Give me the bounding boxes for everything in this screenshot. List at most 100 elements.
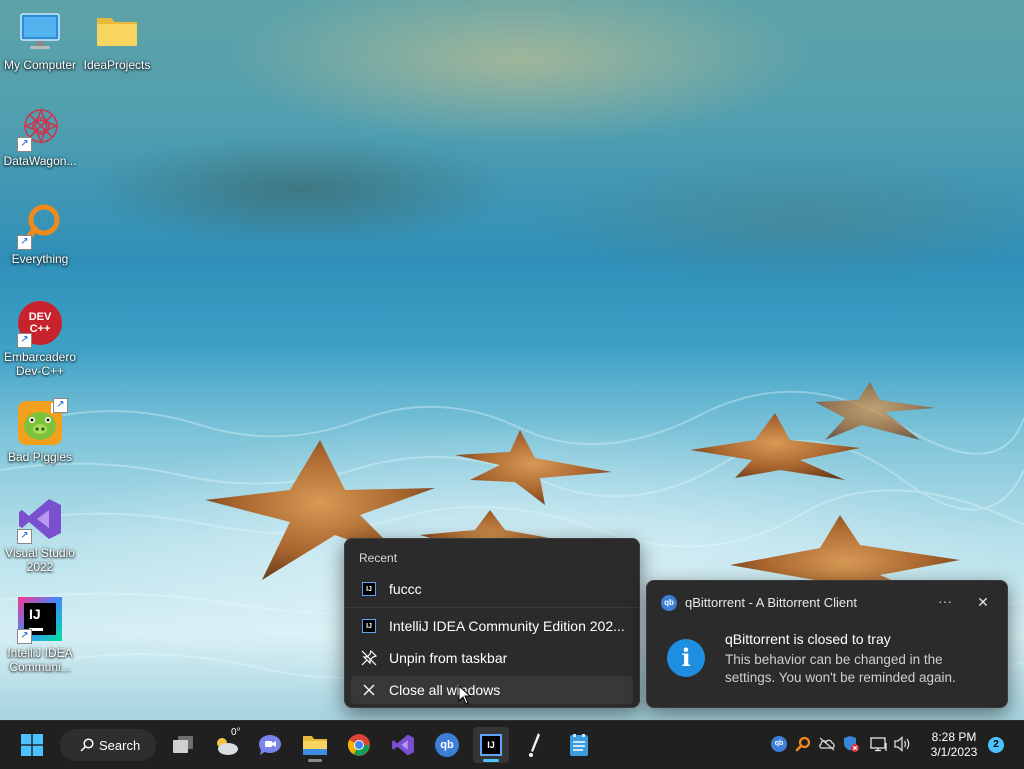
intellij-taskbar-button[interactable]: IJ (473, 727, 509, 763)
qbittorrent-icon: qb (435, 733, 459, 757)
taskbar-clock[interactable]: 8:28 PM 3/1/2023 (922, 730, 986, 760)
desktop-icon-visual-studio[interactable]: ↗ Visual Studio 2022 (0, 496, 80, 574)
shortcut-arrow-icon: ↗ (17, 137, 32, 152)
desktop-icon-devcpp[interactable]: DEV C++ ↗ Embarcadero Dev-C++ (0, 300, 80, 378)
everything-search-icon (795, 736, 811, 752)
desktop-icon-datawagon[interactable]: ↗ DataWagon... (0, 104, 80, 168)
desktop-icon-label: IdeaProjects (83, 58, 151, 72)
unpin-icon (361, 650, 377, 666)
search-icon (80, 738, 94, 752)
jumplist-recent-header: Recent (359, 551, 398, 565)
everything-search-icon: ↗ (17, 202, 63, 250)
taskbar: Search 0° qb IJ qb 8:28 PM 3/1/2023 2 (0, 720, 1024, 769)
shortcut-arrow-icon: ↗ (53, 398, 68, 413)
desktop-icon-label: Everything (11, 252, 69, 266)
active-indicator (483, 759, 499, 762)
qbittorrent-taskbar-button[interactable]: qb (429, 727, 465, 763)
intellij-icon: IJ (361, 618, 377, 634)
starfish-far-right (815, 382, 935, 440)
desktop-icon-label: Visual Studio 2022 (5, 546, 75, 574)
datawagon-icon: ↗ (17, 104, 63, 152)
weather-temperature: 0° (231, 727, 241, 738)
jumplist-item-label: Unpin from taskbar (389, 650, 508, 666)
running-indicator (308, 759, 322, 762)
teams-chat-button[interactable] (252, 727, 288, 763)
visual-studio-icon: ↗ (17, 496, 63, 544)
desktop-icon-label: My Computer (3, 58, 77, 72)
qbittorrent-icon: qb (771, 736, 787, 752)
tray-volume[interactable] (894, 735, 912, 753)
windows-security-icon (844, 736, 859, 752)
task-view-button[interactable] (165, 727, 201, 763)
task-view-icon (173, 736, 193, 753)
shortcut-arrow-icon: ↗ (17, 333, 32, 348)
tray-network[interactable] (870, 735, 888, 753)
jumplist-item-label: Close all windows (389, 682, 501, 698)
desktop-icon-my-computer[interactable]: My Computer (0, 8, 80, 72)
shortcut-arrow-icon: ↗ (17, 529, 32, 544)
visual-studio-taskbar-button[interactable] (385, 727, 421, 763)
tray-qbittorrent[interactable]: qb (770, 735, 788, 753)
chrome-icon (347, 734, 370, 756)
taskbar-jumplist: Recent IJ fuccc IJ IntelliJ IDEA Communi… (344, 538, 640, 708)
mouse-cursor-icon (458, 684, 472, 709)
jumplist-close-all-windows[interactable]: Close all windows (351, 676, 633, 704)
windows-logo-icon (21, 734, 43, 756)
file-explorer-icon (303, 736, 327, 755)
search-label: Search (99, 737, 141, 753)
desktop-icon-intellij[interactable]: IJ ↗ IntelliJ IDEA Communi... (0, 596, 80, 674)
jumplist-recent-item[interactable]: IJ fuccc (351, 575, 633, 603)
notepad-taskbar-button[interactable] (561, 727, 597, 763)
tray-everything[interactable] (794, 735, 812, 753)
jumplist-unpin[interactable]: Unpin from taskbar (351, 644, 633, 672)
start-button[interactable] (14, 727, 50, 763)
info-icon: i (667, 639, 705, 677)
qbittorrent-notification[interactable]: qb qBittorrent - A Bittorrent Client ···… (646, 580, 1008, 708)
tray-onedrive[interactable] (818, 735, 836, 753)
folder-icon (94, 8, 140, 54)
shortcut-arrow-icon: ↗ (17, 629, 32, 644)
close-icon (361, 682, 377, 698)
desktop-icon-everything[interactable]: ↗ Everything (0, 202, 80, 266)
intellij-icon: IJ ↗ (17, 596, 63, 644)
quill-pen-icon (529, 733, 540, 757)
taskbar-search[interactable]: Search (60, 729, 156, 761)
desktop-icon-ideaprojects[interactable]: IdeaProjects (77, 8, 157, 72)
notification-center-badge[interactable]: 2 (988, 737, 1004, 753)
tray-security[interactable] (842, 735, 860, 753)
file-explorer-button[interactable] (297, 727, 333, 763)
desktop-icon-label: Embarcadero Dev-C++ (3, 350, 77, 378)
jumplist-open-app[interactable]: IJ IntelliJ IDEA Community Edition 202..… (351, 612, 633, 640)
chat-icon (259, 735, 281, 755)
jumplist-item-label: IntelliJ IDEA Community Edition 202... (389, 618, 625, 634)
chrome-button[interactable] (341, 727, 377, 763)
visual-studio-icon (392, 734, 414, 756)
notification-app-name: qBittorrent - A Bittorrent Client (685, 595, 857, 610)
monitor-icon (17, 8, 63, 54)
shortcut-arrow-icon: ↗ (17, 235, 32, 250)
jumplist-divider (345, 607, 639, 608)
desktop-icon-label: Bad Piggies (7, 450, 73, 464)
intellij-icon: IJ (361, 581, 377, 597)
devcpp-icon: DEV C++ ↗ (17, 300, 63, 348)
network-icon (870, 737, 887, 752)
notification-more-button[interactable]: ··· (933, 591, 957, 613)
clock-time: 8:28 PM (931, 730, 977, 744)
starfish-right (690, 413, 860, 480)
desktop-icon-label: IntelliJ IDEA Communi... (7, 646, 73, 674)
desktop-icon-bad-piggies[interactable]: ↗ Bad Piggies (0, 398, 80, 464)
notepad-icon (570, 734, 588, 756)
weather-widget[interactable]: 0° (208, 727, 244, 763)
bad-piggies-icon: ↗ (17, 398, 68, 446)
qbittorrent-icon: qb (661, 595, 677, 611)
onedrive-offline-icon (819, 737, 835, 751)
notification-close-button[interactable]: ✕ (971, 591, 995, 613)
notification-title: qBittorrent is closed to tray (725, 631, 891, 647)
intellij-logo-text: IJ (29, 606, 41, 622)
jumplist-item-label: fuccc (389, 581, 422, 597)
desktop-icon-label: DataWagon... (3, 154, 77, 168)
notepad-quill-taskbar-button[interactable] (517, 727, 553, 763)
volume-icon (894, 736, 910, 752)
intellij-icon: IJ (480, 734, 502, 756)
clock-date: 3/1/2023 (930, 745, 978, 759)
